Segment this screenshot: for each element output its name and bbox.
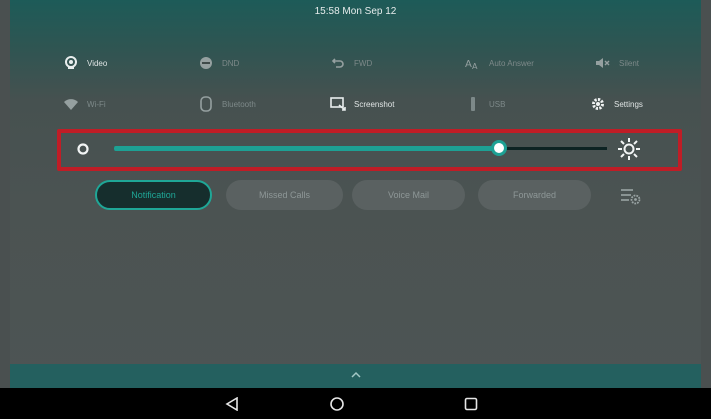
svg-text:A: A [472,62,478,70]
brightness-low-icon [76,142,90,161]
qs-silent[interactable]: Silent [595,51,639,75]
svg-text:A: A [465,59,472,70]
tab-notification[interactable]: Notification [95,180,212,210]
qs-dnd[interactable]: DND [198,51,239,75]
webcam-icon [63,55,79,71]
slider-fill [114,146,499,151]
qs-settings[interactable]: Settings [590,92,643,116]
recents-icon[interactable] [456,388,486,419]
qs-label: Auto Answer [489,58,534,68]
pull-handle[interactable] [10,364,701,388]
clock: 15:58 Mon Sep 12 [314,6,397,17]
tab-label: Voice Mail [387,190,430,200]
speaker-mute-icon [595,55,611,71]
qs-video[interactable]: Video [63,51,107,75]
brightness-high-icon [617,137,641,166]
home-icon[interactable] [322,388,352,419]
status-bar: 15:58 Mon Sep 12 [10,0,701,30]
navigation-bar [0,388,711,419]
usb-icon [465,96,481,112]
qs-label: Bluetooth [222,99,256,109]
tab-missed-calls[interactable]: Missed Calls [226,180,343,210]
qs-label: Video [87,58,108,68]
qs-label: Wi-Fi [87,99,106,109]
tab-label: Notification [131,190,176,200]
qs-label: USB [489,99,506,109]
qs-label: Silent [619,58,640,68]
qs-auto-answer[interactable]: AA Auto Answer [465,51,534,75]
qs-screenshot[interactable]: Screenshot [330,92,394,116]
tab-label: Missed Calls [258,190,310,200]
qs-fwd[interactable]: FWD [330,51,372,75]
qs-label: DND [222,58,240,68]
slider-thumb[interactable] [490,140,507,156]
tab-label: Forwarded [512,190,557,200]
notification-settings-icon[interactable] [620,186,642,211]
back-icon[interactable] [217,388,247,419]
qs-wifi[interactable]: Wi-Fi [63,92,106,116]
bluetooth-icon [198,96,214,112]
wifi-icon [63,96,79,112]
minus-circle-icon [198,55,214,71]
chevron-up-icon [350,371,361,382]
qs-bluetooth[interactable]: Bluetooth [198,92,256,116]
brightness-slider[interactable] [66,136,676,164]
forward-arrow-icon [330,55,346,71]
gear-icon [590,96,606,112]
screenshot-icon [330,96,346,112]
qs-label: Settings [614,99,643,109]
qs-label: Screenshot [354,99,395,109]
tab-voice-mail[interactable]: Voice Mail [352,180,465,210]
qs-label: FWD [354,58,373,68]
qs-usb[interactable]: USB [465,92,505,116]
tab-forwarded[interactable]: Forwarded [478,180,591,210]
auto-answer-icon: AA [465,55,481,71]
